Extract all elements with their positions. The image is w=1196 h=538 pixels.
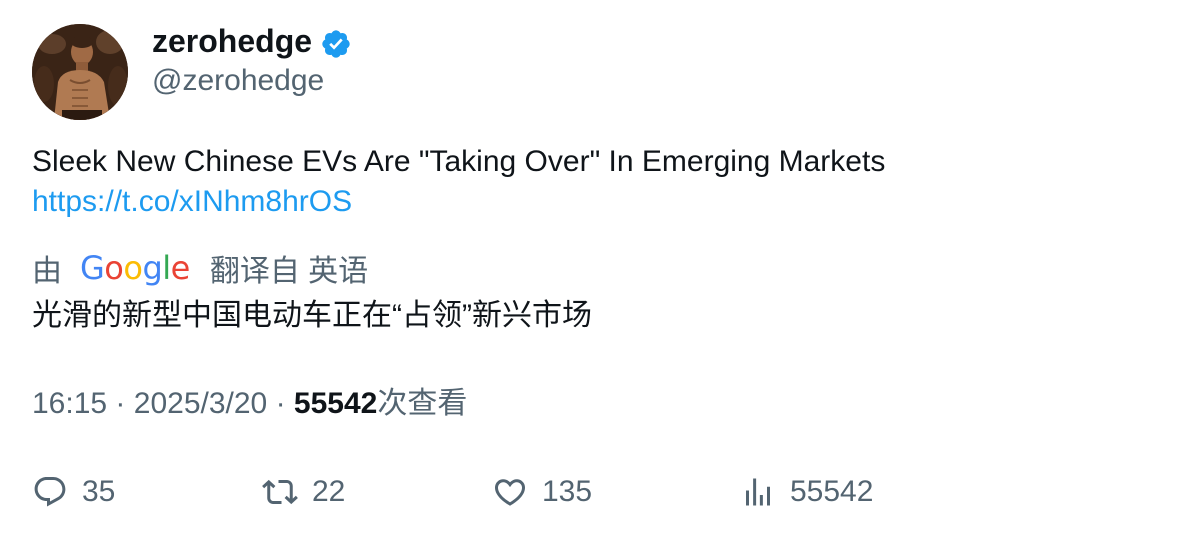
reply-count: 35 (82, 475, 116, 508)
like-count: 135 (542, 475, 593, 508)
retweet-count: 22 (312, 475, 346, 508)
google-logo: Google (80, 249, 190, 287)
analytics-icon (746, 478, 770, 506)
tweet-text: Sleek New Chinese EVs Are "Taking Over" … (32, 145, 886, 178)
translated-tweet-text: 光滑的新型中国电动车正在“占领”新兴市场 (32, 299, 592, 332)
views-action-count: 55542 (790, 475, 874, 508)
verified-badge-icon (322, 30, 350, 58)
like-button[interactable]: 135 (492, 470, 592, 514)
avatar-image (32, 24, 128, 120)
display-name[interactable]: zerohedge (152, 22, 312, 60)
retweet-icon (262, 479, 298, 505)
reply-icon (34, 477, 66, 507)
views-button[interactable]: 55542 (740, 470, 873, 514)
views-count: 55542 (293, 387, 378, 420)
tweet-link[interactable]: https://t.co/xINhm8hrOS (32, 182, 352, 222)
meta-separator: · (275, 387, 286, 420)
tweet-meta: 16:15 · 2025/3/20 · 55542次查看 (32, 384, 467, 424)
tweet-date[interactable]: 2025/3/20 (134, 387, 267, 420)
views-label: 次查看 (377, 387, 468, 420)
retweet-button[interactable]: 22 (262, 470, 345, 514)
meta-separator: · (115, 387, 126, 420)
translated-from-label[interactable]: 翻译自 英语 (210, 246, 368, 290)
translated-by-label: 由 (32, 255, 62, 288)
heart-icon (494, 479, 526, 506)
tweet-card: zerohedge @zerohedge Sleek New Chinese E… (0, 0, 1196, 538)
tweet-time[interactable]: 16:15 (32, 387, 107, 420)
avatar[interactable] (32, 24, 128, 120)
translation-attribution: 由 Google 翻译自 英语 (32, 248, 368, 288)
user-handle[interactable]: @zerohedge (152, 62, 324, 100)
reply-button[interactable]: 35 (32, 470, 115, 514)
